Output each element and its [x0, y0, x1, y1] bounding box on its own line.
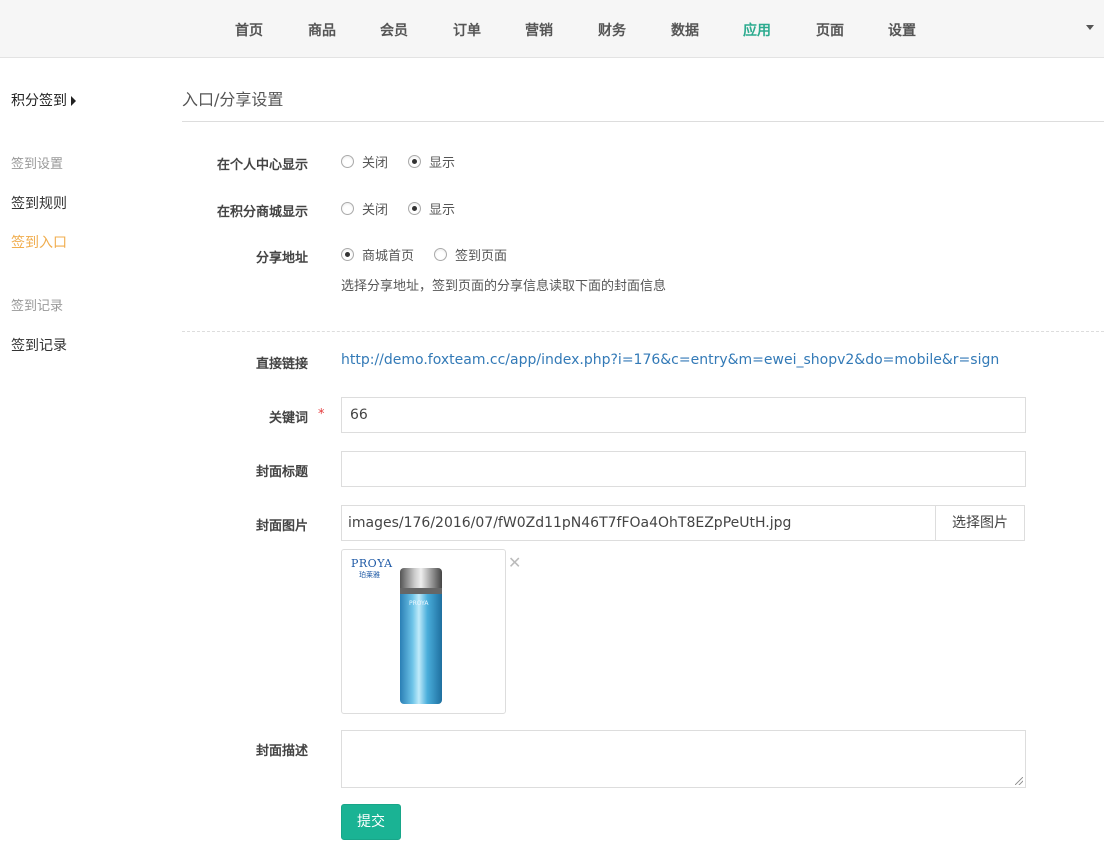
nav-data[interactable]: 数据	[671, 20, 699, 40]
sidebar-group-settings: 签到设置	[11, 157, 64, 172]
radio-checked-icon	[408, 201, 422, 215]
select-image-button[interactable]: 选择图片	[935, 505, 1025, 541]
nav-settings[interactable]: 设置	[888, 20, 916, 40]
cover-title-input[interactable]	[341, 451, 1026, 487]
caret-right-icon	[71, 96, 76, 106]
bottle-body: PROYA	[400, 594, 442, 704]
nav-pages[interactable]: 页面	[816, 20, 844, 40]
top-navbar: 首页 商品 会员 订单 营销 财务 数据 应用 页面 设置	[0, 0, 1104, 58]
nav-finance[interactable]: 财务	[598, 20, 626, 40]
cover-desc-textarea[interactable]	[341, 730, 1026, 788]
brand-logo-sub: 珀莱雅	[359, 571, 380, 579]
share-url-sign-radio[interactable]: 签到页面	[434, 245, 507, 264]
direct-link[interactable]: http://demo.foxteam.cc/app/index.php?i=1…	[341, 352, 999, 368]
member-center-radio-group: 关闭 显示	[341, 152, 475, 171]
sidebar-item-entry[interactable]: 签到入口	[11, 232, 67, 252]
required-mark: *	[318, 407, 325, 422]
share-url-home-radio[interactable]: 商城首页	[341, 245, 414, 264]
sidebar: 积分签到 签到设置 签到规则 签到入口 签到记录 签到记录	[0, 58, 160, 844]
radio-checked-icon	[341, 247, 354, 261]
radio-icon	[341, 154, 354, 168]
keyword-input[interactable]: 66	[341, 397, 1026, 433]
sidebar-group-records: 签到记录	[11, 299, 64, 314]
sidebar-item-rules[interactable]: 签到规则	[11, 193, 67, 213]
points-mall-on-radio[interactable]: 显示	[408, 199, 455, 218]
share-url-label: 分享地址	[255, 251, 308, 266]
bottle-cap	[400, 568, 442, 594]
points-mall-off-radio[interactable]: 关闭	[341, 199, 388, 218]
close-icon[interactable]: ✕	[508, 553, 521, 572]
member-center-off-radio[interactable]: 关闭	[341, 152, 388, 171]
sidebar-item-records[interactable]: 签到记录	[11, 335, 67, 355]
member-center-on-radio[interactable]: 显示	[408, 152, 455, 171]
nav-home[interactable]: 首页	[235, 20, 263, 40]
nav-goods[interactable]: 商品	[308, 20, 336, 40]
cover-title-label: 封面标题	[255, 465, 308, 480]
cover-image-path-input[interactable]: images/176/2016/07/fW0Zd11pN46T7fFOa4OhT…	[341, 505, 936, 541]
nav-orders[interactable]: 订单	[453, 20, 481, 40]
cover-image-thumbnail: PROYA 珀莱雅 PROYA	[341, 549, 506, 714]
radio-icon	[341, 201, 354, 215]
nav-apps[interactable]: 应用	[743, 20, 771, 40]
nav-marketing[interactable]: 营销	[525, 20, 553, 40]
divider	[182, 331, 1104, 332]
brand-logo: PROYA	[351, 557, 393, 570]
points-mall-label: 在积分商城显示	[216, 205, 308, 220]
resize-handle-icon[interactable]	[1015, 777, 1023, 785]
share-url-radio-group: 商城首页 签到页面	[341, 245, 527, 264]
nav-members[interactable]: 会员	[380, 20, 408, 40]
share-url-help: 选择分享地址，签到页面的分享信息读取下面的封面信息	[341, 279, 667, 294]
cover-image-label: 封面图片	[255, 519, 308, 534]
divider	[182, 121, 1104, 122]
direct-link-label: 直接链接	[255, 357, 308, 372]
submit-button[interactable]: 提交	[341, 804, 401, 840]
points-mall-radio-group: 关闭 显示	[341, 199, 475, 218]
page-title: 入口/分享设置	[182, 90, 284, 109]
radio-icon	[434, 247, 448, 261]
main-menu: 首页 商品 会员 订单 营销 财务 数据 应用 页面 设置	[0, 0, 1104, 58]
radio-checked-icon	[408, 154, 422, 168]
cover-desc-label: 封面描述	[255, 744, 308, 759]
member-center-label: 在个人中心显示	[216, 158, 308, 173]
chevron-down-icon[interactable]	[1086, 25, 1094, 30]
keyword-label: 关键词	[268, 411, 308, 426]
sidebar-title[interactable]: 积分签到	[11, 90, 76, 110]
